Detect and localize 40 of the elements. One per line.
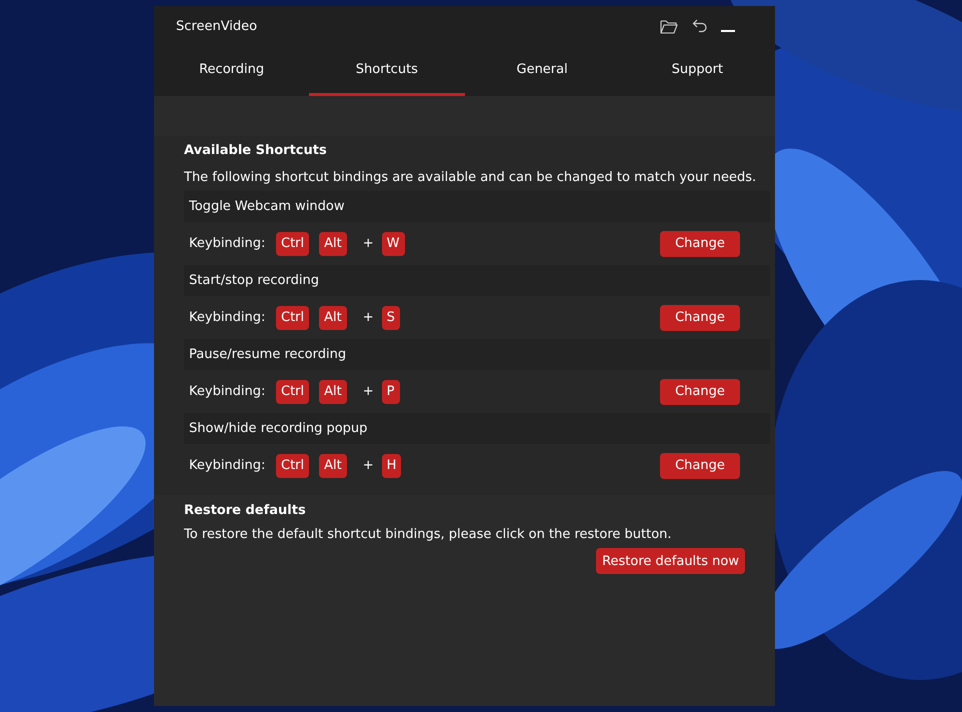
tab[interactable]: Shortcuts [309,46,464,96]
key-chip: Ctrl [276,380,310,404]
key-chip: H [382,454,402,478]
section-description: To restore the default shortcut bindings, please click on the restore button. [184,527,673,542]
plus-sign: + [362,236,374,251]
change-button[interactable]: Change [660,378,740,404]
keybinding-label: Keybinding: [189,458,266,473]
key-chip: Alt [319,232,347,256]
key-chip: Alt [319,454,347,478]
change-button[interactable]: Change [660,452,740,478]
section-heading: Available Shortcuts [184,143,328,160]
folder-icon[interactable] [660,18,678,34]
keybinding-label: Keybinding: [189,236,266,251]
plus-sign: + [362,458,374,473]
shortcut-name: Show/hide recording popup [184,413,770,444]
key-chip: S [382,306,400,330]
key-chip: Alt [319,380,347,404]
keybinding-label: Keybinding: [189,310,266,325]
key-chip: Ctrl [276,306,310,330]
tab[interactable]: Recording [154,46,310,96]
restore-defaults-button[interactable]: Restore defaults now [596,548,745,574]
plus-sign: + [362,310,374,325]
key-chip: P [382,380,400,404]
shortcut-name: Pause/resume recording [184,339,770,370]
tab[interactable]: General [464,46,620,96]
section-heading: Restore defaults [184,503,307,520]
key-chip: Ctrl [276,232,310,256]
key-chip: W [382,232,405,256]
section-description: The following shortcut bindings are available and can be changed to match your needs. [184,170,758,185]
plus-sign: + [362,384,374,399]
shortcut-name: Toggle Webcam window [184,191,770,222]
shortcut-name: Start/stop recording [184,265,770,296]
undo-icon[interactable] [692,19,707,33]
change-button[interactable]: Change [660,304,740,330]
key-chip: Alt [319,306,347,330]
change-button[interactable]: Change [660,230,740,256]
tab[interactable]: Support [620,46,775,96]
keybinding-label: Keybinding: [189,384,266,399]
key-chip: Ctrl [276,454,310,478]
window-title: ScreenVideo [176,18,258,34]
